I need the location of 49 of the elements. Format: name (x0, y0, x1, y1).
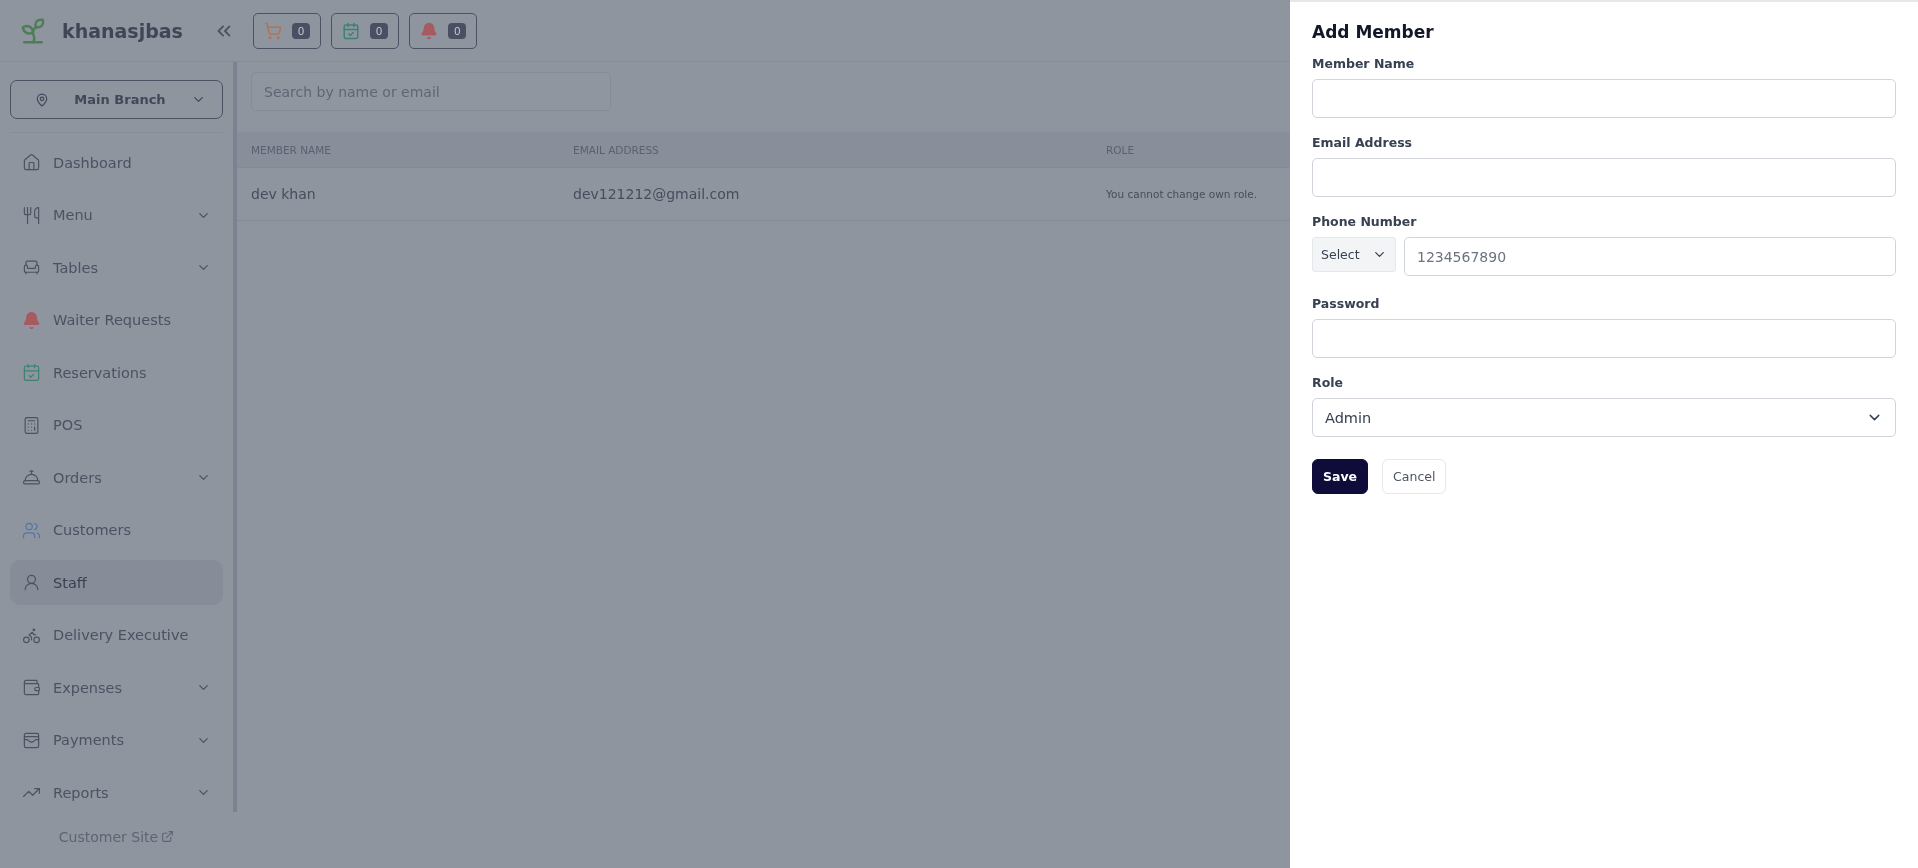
text-field[interactable] (1312, 79, 1896, 118)
bell-icon (420, 21, 439, 40)
counter-button[interactable]: 0 (331, 12, 400, 49)
nav-item[interactable]: Customers (10, 507, 223, 553)
nav-item[interactable]: POS (10, 402, 223, 448)
country-code-select[interactable]: Select (1312, 237, 1396, 272)
field-label: Email Address (1312, 135, 1413, 150)
calendar-icon (22, 363, 41, 382)
person-icon (22, 573, 41, 592)
nav-item[interactable]: Tables (10, 245, 223, 290)
nav-item[interactable]: Staff (10, 560, 223, 605)
table-cell-text: dev khan (251, 186, 317, 202)
cloche-icon (22, 468, 41, 487)
home-icon (22, 153, 41, 172)
field-label: Member Name (1312, 56, 1416, 71)
wallet-icon (22, 730, 41, 750)
save-button[interactable]: Save (1312, 459, 1369, 494)
nav-item[interactable]: Reports (10, 770, 223, 815)
field-label: Role (1312, 375, 1344, 390)
nav-item[interactable]: Menu (10, 192, 223, 238)
role-select[interactable]: Admin (1312, 398, 1896, 437)
counter-button[interactable]: 0 (409, 12, 478, 49)
drawer-title: Add Member (1312, 22, 1435, 42)
cancel-button[interactable]: Cancel (1382, 459, 1447, 494)
table-cell-text: You cannot change own role. (1106, 188, 1259, 200)
nav-item[interactable]: Dashboard (10, 140, 223, 185)
wallet-icon (22, 678, 41, 697)
field-label: Phone Number (1312, 214, 1418, 229)
utensils-icon (22, 205, 41, 225)
calendar-icon (342, 21, 360, 40)
nav-item[interactable]: Expenses (10, 665, 223, 710)
counter-button[interactable]: 0 (252, 12, 321, 49)
brand-name: khanasjbas (62, 19, 183, 42)
nav-item[interactable]: Reservations (10, 350, 223, 395)
users-icon (22, 520, 41, 540)
nav-item[interactable]: Payments (10, 717, 223, 763)
text-field[interactable] (1312, 158, 1896, 197)
nav-item[interactable]: Orders (10, 455, 223, 500)
nav-item[interactable]: Delivery Executive (10, 612, 223, 658)
external-link-icon (161, 830, 175, 843)
branch-select[interactable]: Main Branch (10, 80, 223, 119)
field-label: Password (1312, 296, 1381, 311)
nav-item[interactable]: Waiter Requests (10, 297, 223, 343)
bell-icon (22, 310, 41, 330)
location-icon (35, 92, 49, 107)
phone-field[interactable]: 1234567890 (1404, 237, 1896, 276)
cart-icon (263, 21, 282, 40)
table-cell-text: dev121212@gmail.com (573, 186, 741, 202)
password-field[interactable] (1312, 319, 1896, 358)
